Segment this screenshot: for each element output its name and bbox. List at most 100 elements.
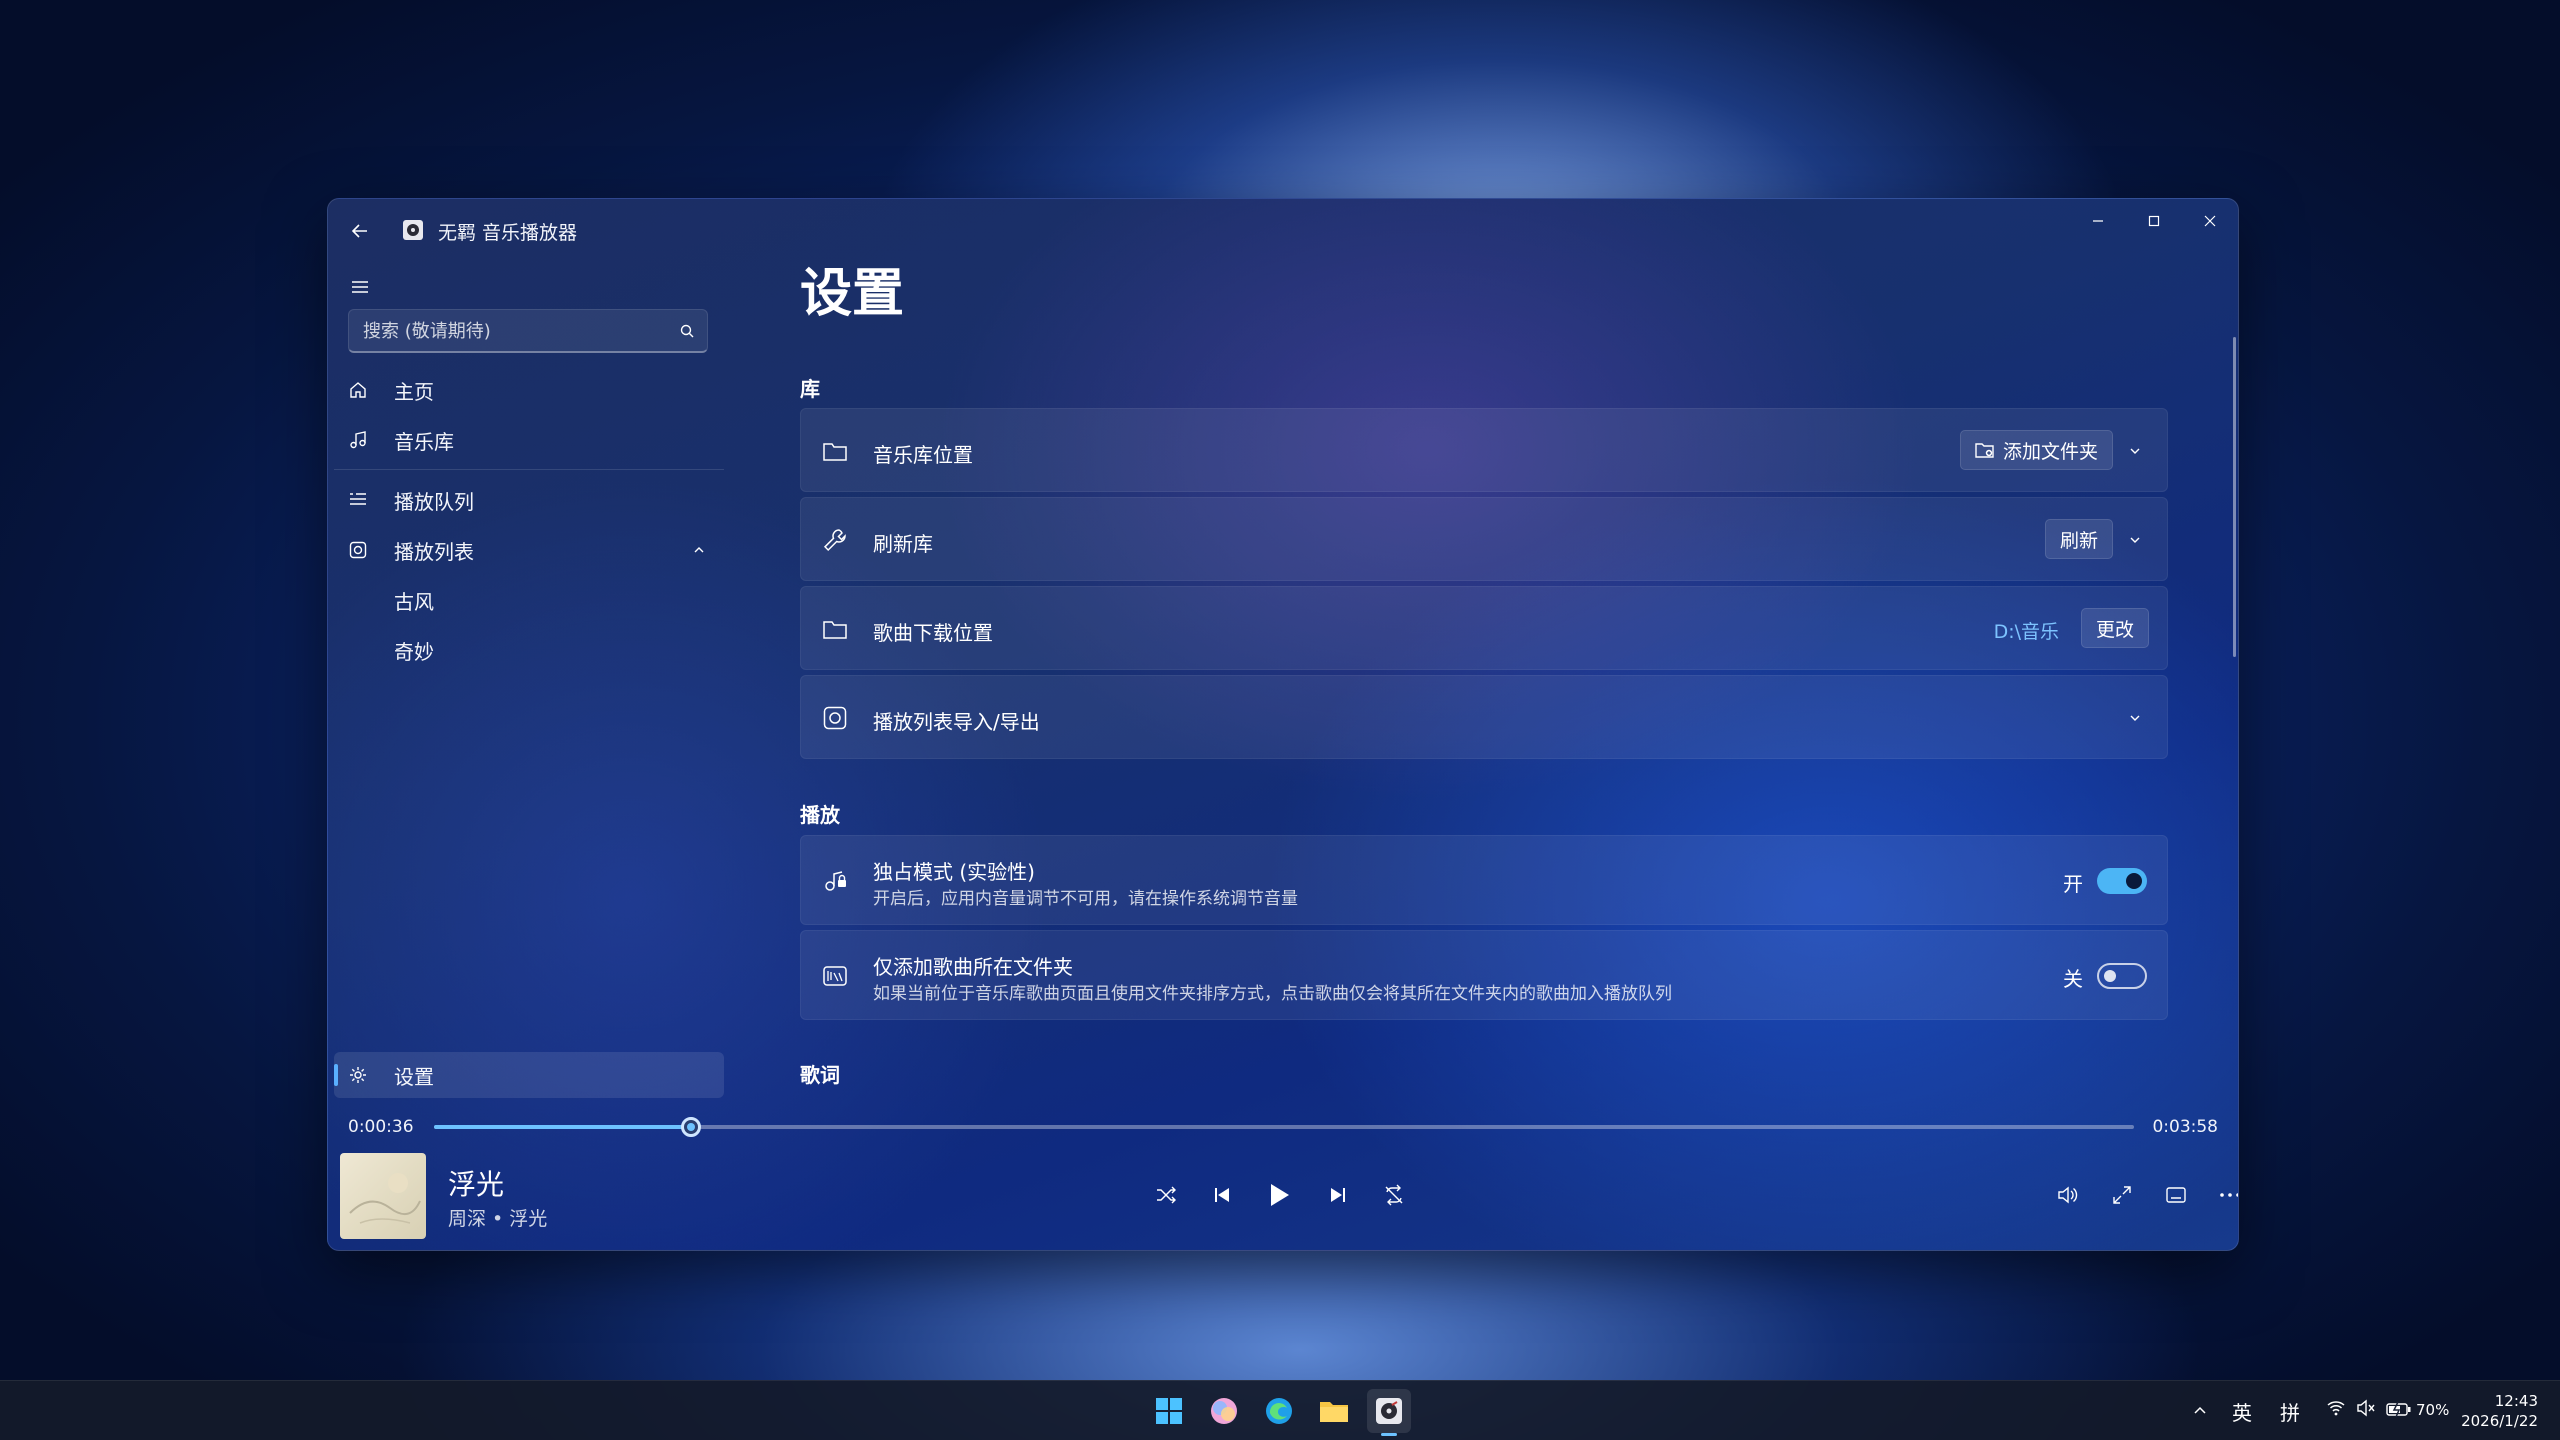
minimize-icon (2093, 220, 2103, 222)
exclusive-audio-icon (821, 867, 849, 895)
taskbar-app-file-explorer[interactable] (1312, 1389, 1356, 1433)
section-title-lyrics: 歌词 (800, 1063, 840, 1087)
sidebar-item-queue[interactable]: 播放队列 (334, 477, 724, 523)
play-icon (1271, 1184, 1289, 1206)
change-location-button[interactable]: 更改 (2080, 608, 2149, 648)
setting-playlist-import-export[interactable]: 播放列表导入/导出 (800, 675, 2168, 759)
folder-only-toggle[interactable] (2097, 963, 2147, 989)
input-language-indicator[interactable]: 英 (2232, 1397, 2252, 1426)
taskbar: 英 拼 70% 12:43 2026/1/22 (0, 1380, 2560, 1440)
gear-icon (348, 1065, 368, 1085)
progress-slider[interactable] (434, 1117, 2134, 1137)
toggle-state-label: 关 (2063, 967, 2083, 991)
volume-status-button[interactable] (2356, 1398, 2376, 1422)
folder-add-icon (1975, 443, 1994, 458)
hamburger-menu-button[interactable] (342, 269, 378, 305)
app-logo-icon (403, 220, 423, 240)
clock-date: 2026/1/22 (2461, 1412, 2538, 1430)
refresh-label: 刷新 (2059, 529, 2098, 552)
sidebar-item-playlist-gufeng[interactable]: 古风 (334, 577, 724, 623)
song-artist[interactable]: 周深 • 浮光 (448, 1204, 547, 1231)
previous-button[interactable] (1202, 1175, 1242, 1215)
setting-refresh-library[interactable]: 刷新库 刷新 (800, 497, 2168, 581)
folder-music-icon (821, 962, 849, 990)
mini-player-button[interactable] (2156, 1175, 2196, 1215)
setting-folder-only[interactable]: 仅添加歌曲所在文件夹 如果当前位于音乐库歌曲页面且使用文件夹排序方式，点击歌曲仅… (800, 930, 2168, 1020)
taskbar-app-music-player[interactable] (1367, 1389, 1411, 1436)
more-options-button[interactable] (2210, 1175, 2238, 1215)
volume-button[interactable] (2047, 1175, 2087, 1215)
close-button[interactable] (2182, 199, 2238, 243)
exclusive-mode-toggle[interactable] (2097, 868, 2147, 894)
folder-icon (821, 615, 849, 643)
search-box[interactable] (348, 309, 708, 353)
progress-fill (434, 1125, 692, 1129)
setting-download-location[interactable]: 歌曲下载位置 D:\音乐 更改 (800, 586, 2168, 670)
shuffle-button[interactable] (1146, 1175, 1186, 1215)
taskbar-app-edge[interactable] (1257, 1389, 1301, 1433)
maximize-button[interactable] (2126, 199, 2182, 243)
expand-chevron[interactable] (2119, 702, 2151, 734)
sidebar-item-label: 播放列表 (394, 539, 474, 564)
setting-exclusive-mode[interactable]: 独占模式 (实验性) 开启后，应用内音量调节不可用，请在操作系统调节音量 开 (800, 835, 2168, 925)
maximize-icon (2148, 215, 2160, 227)
sidebar-item-playlists[interactable]: 播放列表 (334, 527, 724, 573)
setting-music-library-location[interactable]: 音乐库位置 添加文件夹 (800, 408, 2168, 492)
sidebar-item-home[interactable]: 主页 (334, 367, 724, 413)
progress-thumb[interactable] (681, 1117, 702, 1137)
next-button[interactable] (1318, 1175, 1358, 1215)
sidebar-item-label: 古风 (394, 589, 434, 614)
previous-icon (1215, 1188, 1229, 1202)
folder-icon (1320, 1402, 1348, 1422)
song-title[interactable]: 浮光 (448, 1163, 504, 1203)
search-input[interactable] (349, 310, 669, 352)
battery-status-button[interactable] (2386, 1398, 2412, 1422)
minimize-button[interactable] (2070, 199, 2126, 243)
copilot-icon (1211, 1398, 1237, 1424)
battery-charging-icon (2386, 1401, 2411, 1418)
fullscreen-icon (2113, 1186, 2131, 1204)
setting-title: 音乐库位置 (873, 443, 973, 467)
edge-browser-icon (1266, 1398, 1292, 1424)
album-art[interactable] (340, 1153, 426, 1239)
sidebar-item-label: 主页 (394, 379, 434, 404)
volume-muted-icon (2357, 1399, 2375, 1417)
add-folder-label: 添加文件夹 (2002, 440, 2098, 463)
play-button[interactable] (1258, 1175, 1298, 1215)
wrench-icon (821, 526, 849, 554)
music-note-icon (348, 430, 368, 450)
ime-mode-indicator[interactable]: 拼 (2280, 1397, 2300, 1426)
expand-chevron[interactable] (2119, 435, 2151, 467)
next-icon (1331, 1188, 1345, 1202)
page-title: 设置 (800, 264, 905, 324)
battery-percent: 70% (2416, 1401, 2450, 1419)
sidebar-item-library[interactable]: 音乐库 (334, 417, 724, 463)
download-path-link[interactable]: D:\音乐 (1994, 617, 2059, 644)
start-button[interactable] (1147, 1389, 1191, 1433)
add-folder-button[interactable]: 添加文件夹 (1959, 430, 2113, 470)
tray-overflow-button[interactable] (2192, 1399, 2208, 1423)
queue-icon (348, 490, 368, 510)
back-arrow-icon (351, 224, 367, 238)
more-icon (2220, 1193, 2238, 1197)
toggle-knob (2126, 873, 2142, 889)
network-status-button[interactable] (2326, 1398, 2346, 1422)
setting-title: 歌曲下载位置 (873, 621, 993, 645)
chevron-up-icon[interactable] (692, 543, 706, 557)
sidebar-item-playlist-qimiao[interactable]: 奇妙 (334, 627, 724, 673)
content-scrollbar[interactable] (2233, 337, 2236, 657)
total-time: 0:03:58 (2152, 1117, 2218, 1137)
back-button[interactable] (342, 213, 378, 249)
hamburger-icon (352, 281, 368, 293)
clock-time: 12:43 (2494, 1392, 2538, 1410)
fullscreen-button[interactable] (2102, 1175, 2142, 1215)
wifi-icon (2327, 1401, 2345, 1416)
taskbar-app-copilot[interactable] (1202, 1389, 1246, 1433)
setting-title: 刷新库 (873, 532, 933, 556)
search-icon[interactable] (679, 323, 695, 339)
refresh-button[interactable]: 刷新 (2044, 519, 2113, 559)
sidebar-item-settings[interactable]: 设置 (334, 1052, 724, 1098)
expand-chevron[interactable] (2119, 524, 2151, 556)
system-clock[interactable]: 12:43 2026/1/22 (2461, 1391, 2538, 1431)
repeat-button[interactable] (1374, 1175, 1414, 1215)
